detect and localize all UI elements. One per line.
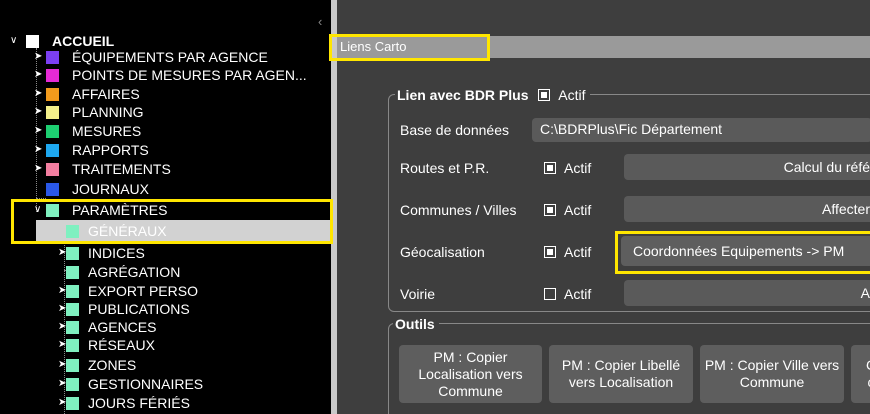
tree-sub-item[interactable]: ➤ GESTIONNAIRES — [58, 375, 328, 393]
collapse-chevron-icon[interactable]: ∨ — [10, 32, 22, 50]
checkbox-label: Actif — [564, 160, 592, 176]
color-swatch — [46, 163, 59, 176]
color-swatch — [66, 285, 79, 298]
row-label: Voirie — [400, 286, 436, 302]
tree-item-label: JOURNAUX — [72, 181, 150, 197]
expand-arrow-icon[interactable]: ➤ — [34, 160, 46, 178]
color-swatch — [66, 303, 79, 316]
expand-arrow-icon[interactable]: ➤ — [34, 122, 46, 140]
tree-item-label: AGRÉGATION — [88, 264, 181, 280]
tool-button[interactable]: PM : Copier Ville vers Commune — [700, 345, 844, 403]
bdr-active-checkbox[interactable] — [538, 89, 551, 101]
tools-legend: Outils — [393, 315, 439, 333]
tree-item-label: AFFAIRES — [72, 86, 140, 102]
tree-item[interactable]: JOURNAUX — [34, 180, 324, 198]
expand-arrow-icon[interactable]: ➤ — [34, 66, 46, 84]
tree-item-label: POINTS DE MESURES PAR AGEN... — [72, 67, 307, 83]
row-label: Routes et P.R. — [400, 160, 490, 176]
color-swatch — [46, 106, 59, 119]
row-label: Géocalisation — [400, 244, 485, 260]
highlight-box-geocalisation — [615, 231, 870, 274]
tree-item[interactable]: ➤ PLANNING — [34, 103, 324, 121]
tree-item[interactable]: ➤ POINTS DE MESURES PAR AGEN... — [34, 66, 324, 84]
tree-item[interactable]: ➤ ÉQUIPEMENTS PAR AGENCE — [34, 48, 324, 66]
tool-button[interactable]: PM : Copier Libellé vers Localisation — [549, 345, 693, 403]
expand-arrow-icon[interactable]: ➤ — [34, 141, 46, 159]
active-checkbox[interactable] — [544, 246, 556, 258]
action-button[interactable]: Calcul du réfé — [624, 154, 870, 180]
expand-arrow-icon[interactable]: ➤ — [34, 48, 46, 66]
highlight-box-parametres — [11, 199, 333, 244]
checkbox-label: Actif — [564, 244, 592, 260]
tree-item-label: INDICES — [88, 245, 145, 261]
tree-sub-item[interactable]: ➤ JOURS FÉRIÉS — [58, 394, 328, 412]
expand-arrow-icon[interactable]: ➤ — [34, 85, 46, 103]
color-swatch — [66, 339, 79, 352]
checkbox-label: Actif — [564, 202, 592, 218]
active-checkbox[interactable] — [544, 162, 556, 174]
color-swatch — [26, 35, 39, 48]
color-swatch — [66, 247, 79, 260]
active-checkbox[interactable] — [544, 204, 556, 216]
tree-sub-item[interactable]: ➤ PUBLICATIONS — [58, 300, 328, 318]
tree-sub-item[interactable]: ➤ AGENCES — [58, 318, 328, 336]
tree-item[interactable]: ➤ RAPPORTS — [34, 141, 324, 159]
tree-sub-item[interactable]: AGRÉGATION — [58, 263, 328, 281]
tree-sub-item[interactable]: ➤ RÉSEAUX — [58, 336, 328, 354]
tree-item-label: AGENCES — [88, 319, 157, 335]
tree-item[interactable]: ➤ AFFAIRES — [34, 85, 324, 103]
tree-item-label: MESURES — [72, 123, 142, 139]
tree-item-label: TRAITEMENTS — [72, 161, 171, 177]
color-swatch — [46, 88, 59, 101]
tree-item-label: EXPORT PERSO — [88, 283, 198, 299]
expand-arrow-icon[interactable]: ➤ — [34, 103, 46, 121]
active-checkbox[interactable] — [544, 288, 556, 300]
color-swatch — [66, 266, 79, 279]
tool-button[interactable]: C c — [851, 345, 870, 403]
color-swatch — [66, 378, 79, 391]
action-button[interactable]: A — [624, 280, 870, 306]
tree-sub-item[interactable]: ➤ ZONES — [58, 356, 328, 374]
tool-button[interactable]: PM : Copier Localisation vers Commune — [399, 345, 542, 403]
color-swatch — [46, 51, 59, 64]
color-swatch — [66, 359, 79, 372]
checkbox-label: Actif — [564, 286, 592, 302]
color-swatch — [66, 321, 79, 334]
db-path-field[interactable]: C:\BDRPlus\Fic Département — [532, 118, 870, 142]
tree-item-label: ZONES — [88, 357, 137, 373]
color-swatch — [66, 397, 79, 410]
tree-item-label: ÉQUIPEMENTS PAR AGENCE — [72, 49, 268, 65]
row-label: Communes / Villes — [400, 202, 517, 218]
bdr-legend: Lien avec BDR Plus Actif — [395, 86, 590, 104]
tree-item-label: PUBLICATIONS — [88, 301, 190, 317]
color-swatch — [46, 144, 59, 157]
db-label: Base de données — [400, 122, 509, 138]
tree-item-label: JOURS FÉRIÉS — [88, 395, 190, 411]
tree-sub-item[interactable]: ➤ EXPORT PERSO — [58, 282, 328, 300]
tree-sub-item[interactable]: ➤ INDICES — [58, 244, 328, 262]
bdr-legend-label: Lien avec BDR Plus — [397, 87, 529, 103]
tree-item[interactable]: ➤ MESURES — [34, 122, 324, 140]
action-button[interactable]: Affecter — [624, 196, 870, 222]
main-panel: Liens Carto Lien avec BDR Plus Actif Bas… — [337, 0, 870, 414]
tree-item[interactable]: ➤ TRAITEMENTS — [34, 160, 324, 178]
highlight-box-title — [329, 34, 490, 61]
tree-item-label: RAPPORTS — [72, 142, 149, 158]
expand-arrow-icon — [34, 180, 46, 198]
collapse-panel-icon[interactable]: ‹ — [318, 14, 322, 29]
tree-item-label: PLANNING — [72, 104, 144, 120]
bdr-active-label: Actif — [558, 87, 586, 103]
tree-item-label: GESTIONNAIRES — [88, 376, 204, 392]
color-swatch — [46, 183, 59, 196]
color-swatch — [46, 125, 59, 138]
color-swatch — [46, 69, 59, 82]
tree-item-label: RÉSEAUX — [88, 337, 155, 353]
